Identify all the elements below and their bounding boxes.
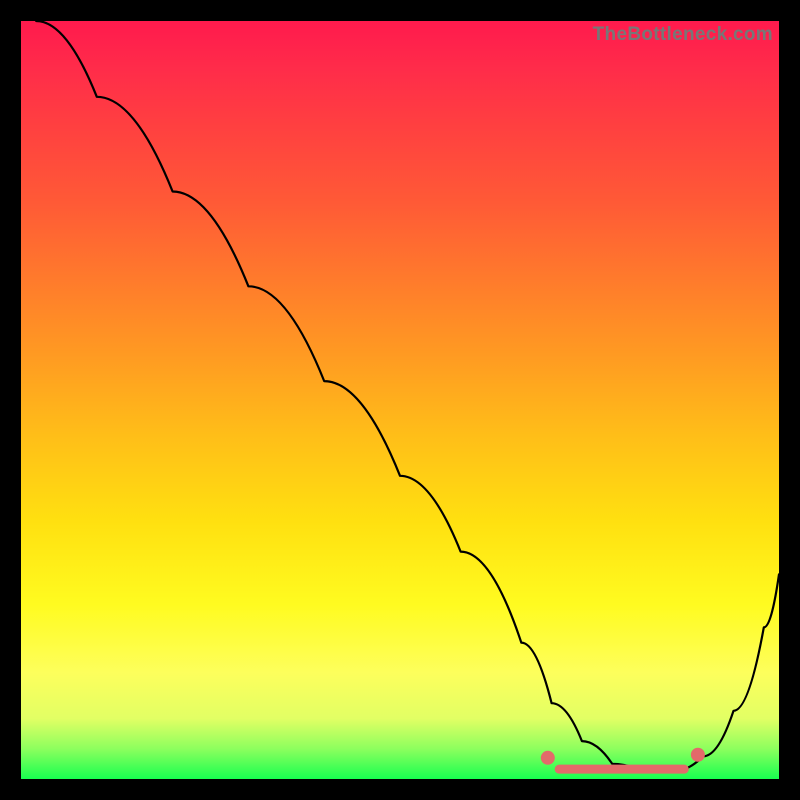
optimal-range-dot-left	[541, 751, 555, 765]
bottleneck-chart	[21, 21, 779, 779]
chart-area: TheBottleneck.com	[21, 21, 779, 779]
optimal-range-dot-right	[691, 748, 705, 762]
bottleneck-curve	[36, 21, 779, 771]
